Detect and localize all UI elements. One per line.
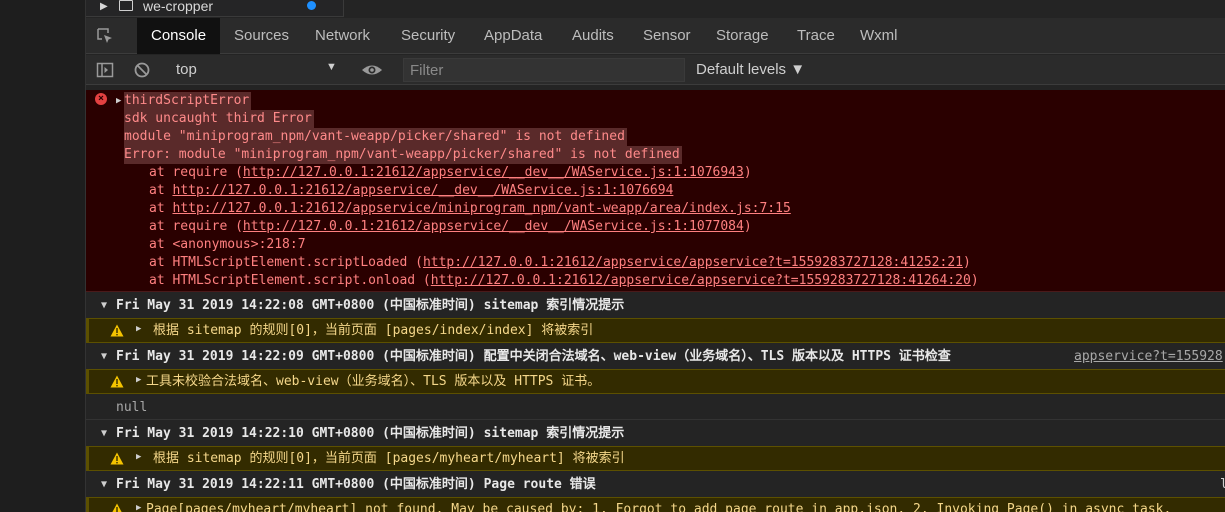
stack-trace-line: at <anonymous>:218:7 [149, 236, 306, 254]
group-header[interactable]: ▼ Fri May 31 2019 14:22:11 GMT+0800 (中国标准… [86, 472, 1225, 497]
stack-frame-link[interactable]: http://127.0.0.1:21612/appservice/appser… [431, 273, 971, 288]
expand-caret-icon[interactable]: ▶ [100, 1, 108, 12]
clear-console-icon[interactable] [133, 61, 151, 79]
collapse-caret-icon[interactable]: ▼ [101, 293, 107, 318]
context-selector[interactable]: top [176, 61, 197, 78]
stack-trace-line: at HTMLScriptElement.script.onload (http… [149, 272, 979, 290]
stack-trace-line: at require (http://127.0.0.1:21612/appse… [149, 164, 752, 182]
error-line: module "miniprogram_npm/vant-weapp/picke… [124, 128, 627, 146]
stack-frame-text: at <anonymous>:218:7 [149, 237, 306, 252]
log-levels-dropdown[interactable]: Default levels ▼ [696, 61, 805, 78]
warning-text: 根据 sitemap 的规则[0]，当前页面 [pages/index/inde… [153, 323, 594, 338]
tab-wxml[interactable]: Wxml [846, 18, 912, 54]
collapse-caret-icon[interactable]: ▼ [101, 344, 107, 369]
stack-frame-text: at [149, 183, 173, 198]
warning-icon [110, 503, 124, 512]
stack-frame-text: ) [970, 273, 979, 288]
stack-frame-text: at require ( [149, 219, 243, 234]
stack-frame-link[interactable]: http://127.0.0.1:21612/appservice/__dev_… [243, 165, 744, 180]
warning-row[interactable]: ▶ Page[pages/myheart/myheart] not found. … [86, 497, 1225, 512]
folder-icon [119, 0, 133, 11]
warning-text: Page[pages/myheart/myheart] not found. M… [146, 502, 1172, 512]
stack-frame-link[interactable]: http://127.0.0.1:21612/appservice/__dev_… [243, 219, 744, 234]
error-line: sdk uncaught third Error [124, 110, 314, 128]
source-link[interactable]: l [1220, 472, 1225, 497]
warning-bar [86, 498, 89, 512]
tab-trace[interactable]: Trace [783, 18, 849, 54]
stack-frame-link[interactable]: http://127.0.0.1:21612/appservice/minipr… [172, 201, 790, 216]
stack-trace-line: at HTMLScriptElement.scriptLoaded (http:… [149, 254, 971, 272]
group-title: Fri May 31 2019 14:22:11 GMT+0800 (中国标准时… [116, 477, 596, 492]
stack-frame-text: at HTMLScriptElement.script.onload ( [149, 273, 431, 288]
warning-icon [110, 375, 124, 388]
warning-row[interactable]: ▶ 工具未校验合法域名、web-view（业务域名）、TLS 版本以及 HTTPS… [86, 369, 1225, 394]
stack-frame-text: at HTMLScriptElement.scriptLoaded ( [149, 255, 423, 270]
folder-name: we-cropper [143, 0, 214, 14]
collapse-caret-icon[interactable]: ▼ [101, 421, 107, 446]
error-icon: × [95, 93, 107, 105]
group-title: Fri May 31 2019 14:22:09 GMT+0800 (中国标准时… [116, 349, 951, 364]
tab-network[interactable]: Network [301, 18, 384, 54]
group-title: Fri May 31 2019 14:22:08 GMT+0800 (中国标准时… [116, 298, 625, 313]
stack-frame-text: at require ( [149, 165, 243, 180]
stack-trace-line: at http://127.0.0.1:21612/appservice/__d… [149, 182, 673, 200]
warning-icon [110, 452, 124, 465]
tab-sensor[interactable]: Sensor [629, 18, 705, 54]
group-header[interactable]: ▼ Fri May 31 2019 14:22:08 GMT+0800 (中国标准… [86, 293, 1225, 318]
warning-row[interactable]: ▶ 根据 sitemap 的规则[0]，当前页面 [pages/myheart/m… [86, 446, 1225, 471]
error-message-block: × ▶ thirdScriptError sdk uncaught third E… [86, 90, 1225, 292]
warning-row[interactable]: ▶ 根据 sitemap 的规则[0]，当前页面 [pages/index/ind… [86, 318, 1225, 343]
stack-trace-line: at http://127.0.0.1:21612/appservice/min… [149, 200, 791, 218]
stack-trace-line: at require (http://127.0.0.1:21612/appse… [149, 218, 752, 236]
devtools-tab-bar: Console Sources Network Security AppData… [86, 18, 1225, 54]
group-title: Fri May 31 2019 14:22:10 GMT+0800 (中国标准时… [116, 426, 625, 441]
expand-caret-icon[interactable]: ▶ [136, 324, 141, 334]
inspect-element-icon[interactable] [96, 27, 114, 45]
expand-caret-icon[interactable]: ▶ [136, 503, 141, 512]
sidebar-toggle-icon[interactable] [96, 61, 114, 79]
stack-frame-link[interactable]: http://127.0.0.1:21612/appservice/appser… [423, 255, 963, 270]
warning-bar [86, 319, 89, 342]
source-link[interactable]: appservice?t=155928 [1074, 344, 1223, 369]
console-toolbar: top ▼ Default levels ▼ [86, 55, 1225, 85]
expand-caret-icon[interactable]: ▶ [136, 452, 141, 462]
tab-console[interactable]: Console [137, 18, 221, 54]
log-null-row: null [86, 395, 1225, 420]
file-tree-row[interactable]: ▶ we-cropper [86, 0, 344, 17]
tab-storage[interactable]: Storage [702, 18, 783, 54]
collapse-caret-icon[interactable]: ▼ [101, 472, 107, 497]
warning-text: 工具未校验合法域名、web-view（业务域名）、TLS 版本以及 HTTPS … [146, 374, 601, 389]
log-value: null [116, 400, 148, 415]
warning-text: 根据 sitemap 的规则[0]，当前页面 [pages/myheart/my… [153, 451, 625, 466]
group-header[interactable]: ▼ Fri May 31 2019 14:22:10 GMT+0800 (中国标准… [86, 421, 1225, 446]
warning-bar [86, 370, 89, 393]
error-title[interactable]: ▶ thirdScriptError [116, 92, 252, 110]
warning-bar [86, 447, 89, 470]
stack-frame-text: ) [962, 255, 971, 270]
live-expression-eye-icon[interactable] [361, 61, 383, 79]
expand-caret-icon[interactable]: ▶ [116, 92, 121, 110]
tab-audits[interactable]: Audits [558, 18, 628, 54]
stack-frame-link[interactable]: http://127.0.0.1:21612/appservice/__dev_… [172, 183, 673, 198]
tab-security[interactable]: Security [387, 18, 469, 54]
group-header[interactable]: ▼ Fri May 31 2019 14:22:09 GMT+0800 (中国标准… [86, 344, 1225, 369]
stack-frame-text: ) [743, 165, 752, 180]
warning-icon [110, 324, 124, 337]
modified-dot-icon [307, 1, 316, 10]
left-sidebar-strip [0, 0, 86, 512]
stack-frame-text: ) [743, 219, 752, 234]
tab-appdata[interactable]: AppData [470, 18, 556, 54]
stack-frame-text: at [149, 201, 173, 216]
error-line: Error: module "miniprogram_npm/vant-weap… [124, 146, 682, 164]
filter-input[interactable] [403, 58, 685, 82]
context-dropdown-icon[interactable]: ▼ [326, 61, 337, 73]
devtools-panel: ▶ we-cropper Console Sources Network Sec… [86, 0, 1225, 512]
tab-sources[interactable]: Sources [220, 18, 303, 54]
expand-caret-icon[interactable]: ▶ [136, 375, 141, 385]
